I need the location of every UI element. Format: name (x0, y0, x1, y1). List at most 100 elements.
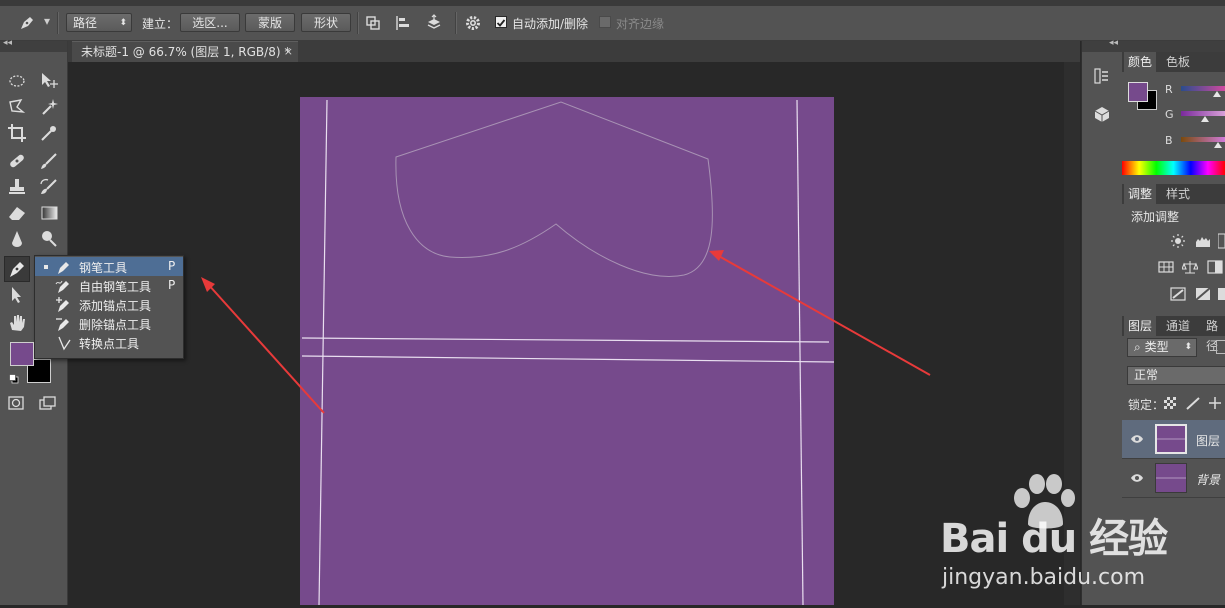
quick-mask-icon[interactable] (7, 395, 25, 411)
collapse-icon[interactable]: ◂◂ (3, 38, 12, 48)
green-slider-handle[interactable] (1201, 116, 1209, 122)
color-panel-foreground-chip[interactable] (1128, 82, 1148, 102)
tab-swatches[interactable]: 色板 (1162, 52, 1194, 72)
brightness-contrast-icon[interactable] (1170, 233, 1186, 249)
selection-button[interactable]: 选区... (180, 13, 240, 32)
updown-icon: ⬍ (1184, 342, 1192, 352)
layer-row[interactable]: 图层 1 (1122, 420, 1225, 459)
build-label: 建立： (142, 17, 179, 31)
flyout-item-pen-tool[interactable]: 钢笔工具 P (35, 257, 183, 276)
brush-tool-icon[interactable] (38, 150, 60, 172)
freeform-pen-icon (55, 277, 73, 295)
tab-channels[interactable]: 通道 (1162, 316, 1194, 336)
channel-mixer-icon[interactable] (1195, 286, 1211, 302)
lock-transparency-icon[interactable] (1164, 397, 1176, 409)
search-icon: ⌕ (1134, 340, 1141, 354)
flyout-item-add-anchor-tool[interactable]: 添加锚点工具 (35, 295, 183, 314)
flyout-item-label: 钢笔工具 (79, 261, 128, 275)
layer-filter-select[interactable]: ⌕ 类型 ⬍ (1127, 338, 1197, 357)
magic-wand-tool-icon[interactable] (38, 96, 60, 118)
close-icon[interactable]: × (284, 42, 293, 62)
crop-tool-icon[interactable] (6, 122, 28, 144)
blend-mode-select[interactable]: 正常 (1127, 366, 1225, 385)
flyout-item-delete-anchor-tool[interactable]: 删除锚点工具 (35, 314, 183, 333)
shape-button[interactable]: 形状 (301, 13, 351, 32)
document-tab[interactable]: 未标题-1 @ 66.7% (图层 1, RGB/8) * × (72, 41, 298, 62)
tab-color[interactable]: 颜色 (1124, 52, 1157, 72)
flyout-item-label: 自由钢笔工具 (79, 280, 152, 294)
path-guides (301, 99, 835, 606)
mask-button[interactable]: 蒙版 (245, 13, 295, 32)
mode-select[interactable]: 路径 ⬍ (66, 13, 132, 32)
screen-mode-icon[interactable] (38, 395, 60, 411)
pen-tool-flyout-menu: 钢笔工具 P 自由钢笔工具 P 添加锚点工具 删除锚点工具 转换点工具 (34, 255, 184, 359)
channel-r-label: R (1165, 83, 1173, 96)
panel-grip[interactable] (1122, 41, 1225, 52)
healing-brush-tool-icon[interactable] (6, 150, 28, 172)
marquee-tool-icon[interactable] (6, 70, 28, 92)
tools-panel-grip[interactable]: ◂◂ (0, 38, 67, 52)
convert-point-icon (55, 334, 73, 352)
gradient-tool-icon[interactable] (38, 202, 60, 224)
layer-name: 背景 (1196, 473, 1221, 487)
move-tool-icon[interactable] (38, 70, 60, 92)
color-spectrum-bar[interactable] (1122, 161, 1225, 175)
add-adjustment-title: 添加调整 (1131, 210, 1180, 224)
pen-tool-preset-icon[interactable] (18, 14, 36, 32)
document-tab-title: 未标题-1 @ 66.7% (图层 1, RGB/8) * (81, 45, 291, 59)
hand-tool-icon[interactable] (6, 312, 28, 334)
blue-slider-handle[interactable] (1214, 142, 1222, 148)
levels-icon[interactable] (1195, 233, 1211, 249)
heart-shaped-path[interactable] (395, 101, 713, 277)
auto-add-delete-label: 自动添加/删除 (512, 17, 589, 31)
color-lookup-icon[interactable] (1218, 286, 1225, 302)
tab-layers[interactable]: 图层 (1124, 316, 1157, 336)
vibrance-icon[interactable] (1158, 259, 1174, 275)
tab-adjustments[interactable]: 调整 (1124, 184, 1157, 204)
lock-position-icon[interactable] (1208, 396, 1222, 410)
history-brush-tool-icon[interactable] (38, 176, 60, 198)
eye-icon[interactable] (1130, 433, 1144, 443)
channel-b-label: B (1165, 134, 1173, 147)
eraser-tool-icon[interactable] (6, 202, 28, 224)
collapse-icon[interactable]: ◂◂ (1109, 38, 1118, 48)
clone-stamp-tool-icon[interactable] (6, 176, 28, 198)
default-colors-icon[interactable] (9, 373, 19, 384)
flyout-item-label: 删除锚点工具 (79, 318, 152, 332)
dodge-tool-icon[interactable] (38, 228, 60, 250)
blur-tool-icon[interactable] (6, 228, 28, 250)
photo-filter-icon[interactable] (1170, 286, 1186, 302)
layer-thumbnail (1155, 424, 1187, 454)
pen-icon (55, 258, 73, 276)
path-alignment-icon[interactable] (394, 14, 412, 32)
channel-g-label: G (1165, 108, 1174, 121)
eyedropper-tool-icon[interactable] (38, 122, 60, 144)
path-selection-tool-icon[interactable] (6, 284, 28, 306)
color-balance-icon[interactable] (1181, 259, 1199, 275)
lasso-tool-icon[interactable] (6, 96, 28, 118)
path-arrangement-icon[interactable] (425, 14, 443, 32)
3d-panel-icon[interactable] (1093, 105, 1111, 123)
path-operations-icon[interactable] (364, 14, 382, 32)
document-canvas[interactable] (300, 97, 835, 606)
filter-image-icon[interactable] (1216, 340, 1225, 354)
align-edges-label: 对齐边缘 (616, 17, 665, 31)
black-white-icon[interactable] (1207, 259, 1223, 275)
auto-add-delete-checkbox[interactable] (495, 16, 507, 28)
document-tab-bar: 未标题-1 @ 66.7% (图层 1, RGB/8) * × (68, 41, 1080, 62)
tab-styles[interactable]: 样式 (1162, 184, 1194, 204)
pen-tool-icon[interactable] (4, 256, 30, 282)
curves-icon[interactable] (1217, 233, 1225, 249)
add-anchor-icon (55, 296, 73, 314)
red-slider-handle[interactable] (1213, 91, 1221, 97)
gear-icon[interactable] (464, 14, 482, 32)
dock-grip[interactable]: ◂◂ (1082, 38, 1122, 52)
flyout-item-freeform-pen-tool[interactable]: 自由钢笔工具 P (35, 276, 183, 295)
lock-paint-icon[interactable] (1185, 396, 1201, 410)
chevron-down-icon[interactable]: ▾ (44, 14, 50, 28)
tab-paths[interactable]: 路径 (1202, 316, 1225, 353)
flyout-item-convert-point-tool[interactable]: 转换点工具 (35, 333, 183, 352)
history-panel-icon[interactable] (1093, 67, 1111, 85)
foreground-color-front[interactable] (10, 342, 34, 366)
adjustments-panel-tabs: 调整 样式 (1122, 184, 1225, 204)
